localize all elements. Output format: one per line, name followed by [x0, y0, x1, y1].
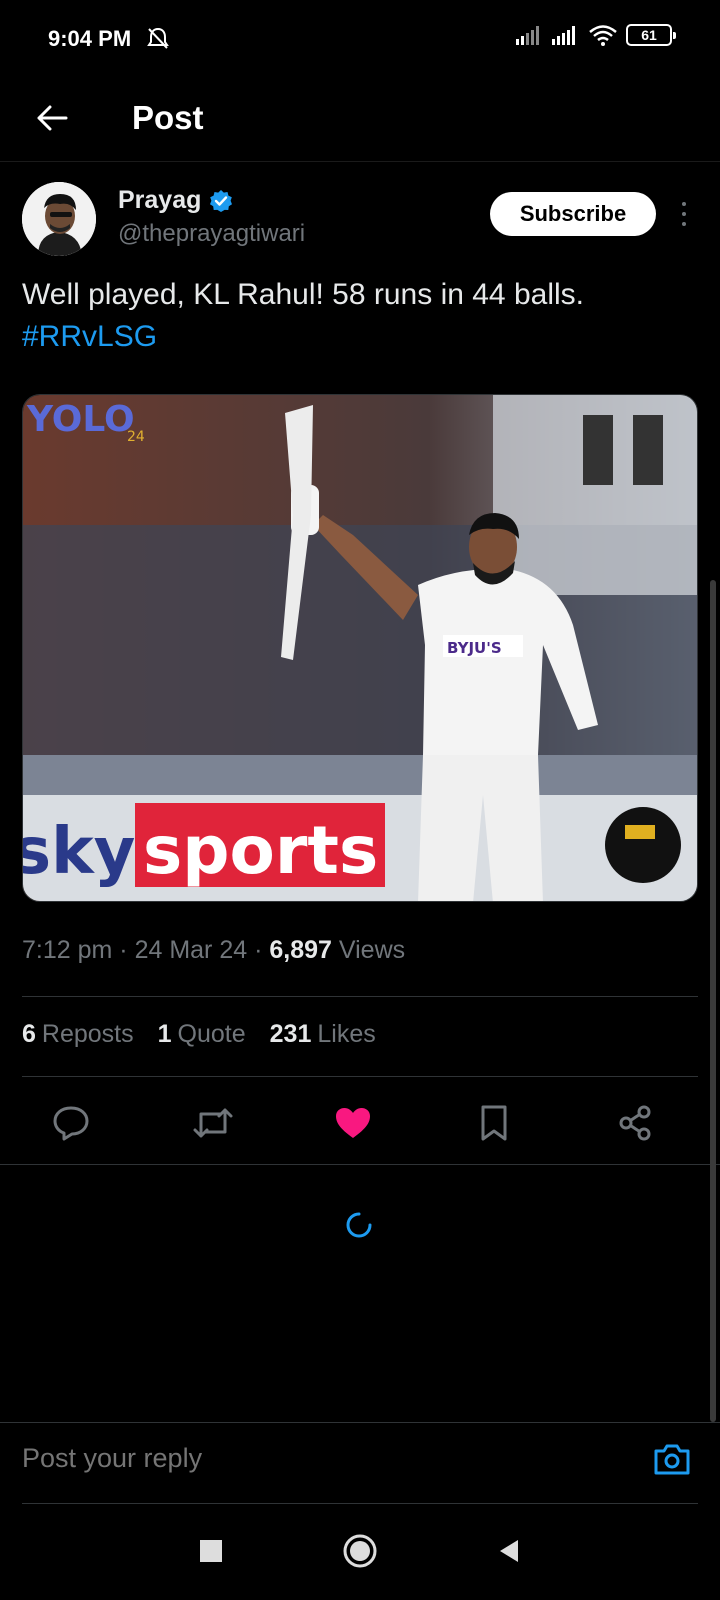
likes-label: Likes: [317, 1020, 376, 1048]
post-meta: 7:12 pm · 24 Mar 24 · 6,897 Views: [22, 936, 405, 965]
divider: [22, 996, 698, 997]
reply-button[interactable]: [46, 1098, 96, 1148]
reply-icon: [53, 1106, 89, 1141]
watermark-logo-text: YOLO: [26, 399, 135, 440]
home-button[interactable]: [335, 1526, 385, 1576]
heart-icon: [336, 1108, 370, 1138]
views-count: 6,897: [269, 936, 332, 964]
home-circle-icon: [343, 1534, 377, 1568]
watermark-logo-sub: 24: [127, 429, 145, 445]
meta-separator: ·: [254, 936, 263, 964]
hashtag-link[interactable]: #RRvLSG: [22, 316, 698, 358]
status-time: 9:04 PM: [48, 26, 132, 51]
status-indicators: 61: [516, 24, 676, 46]
loading-spinner-icon: [346, 1212, 372, 1238]
quotes-label: Quote: [177, 1020, 246, 1048]
post-body: Well played, KL Rahul! 58 runs in 44 bal…: [22, 278, 584, 311]
camera-icon: [654, 1444, 690, 1475]
repost-button[interactable]: [188, 1098, 238, 1148]
author-handle[interactable]: @theprayagtiwari: [118, 220, 305, 248]
more-dot-icon: [682, 222, 686, 226]
back-nav-button[interactable]: [484, 1526, 534, 1576]
board-sports-text: sports: [143, 812, 378, 889]
author-name-row: Prayag: [118, 186, 233, 215]
arrow-left-icon: [37, 105, 68, 131]
post-time: 7:12 pm: [22, 936, 113, 964]
signal-icon-sim1: [516, 26, 539, 45]
reposts-stat[interactable]: 6 Reposts: [22, 1020, 134, 1049]
bookmark-icon: [481, 1105, 507, 1141]
signal-icon-sim2: [552, 26, 575, 45]
quotes-count: 1: [157, 1020, 172, 1048]
camera-button[interactable]: [650, 1437, 694, 1481]
reply-composer: [0, 1422, 720, 1504]
subscribe-button[interactable]: Subscribe: [490, 192, 656, 236]
alarm-off-icon: [147, 27, 169, 49]
avatar[interactable]: [22, 182, 96, 256]
sponsor-logo-text: BYJU'S: [447, 639, 502, 657]
likes-count: 231: [269, 1020, 312, 1048]
wifi-icon: [589, 25, 617, 46]
divider: [22, 1076, 698, 1077]
more-dot-icon: [682, 202, 686, 206]
meta-separator: ·: [119, 936, 128, 964]
more-dot-icon: [682, 212, 686, 216]
battery-indicator: 61: [626, 24, 676, 46]
scrollbar[interactable]: [710, 580, 716, 1422]
top-app-bar: Post: [0, 80, 720, 162]
square-icon: [200, 1540, 222, 1562]
battery-level: 61: [641, 27, 657, 43]
share-icon: [619, 1105, 651, 1141]
reply-input[interactable]: [22, 1443, 582, 1474]
page-title: Post: [132, 99, 204, 136]
likes-stat[interactable]: 231 Likes: [270, 1020, 376, 1049]
engagement-stats: 6 Reposts 1 Quote 231 Likes: [22, 1020, 376, 1049]
bookmark-button[interactable]: [469, 1098, 519, 1148]
reposts-count: 6: [22, 1020, 36, 1048]
board-sky-text: sky: [23, 815, 135, 889]
reposts-label: Reposts: [41, 1020, 134, 1048]
system-nav-bar: [0, 1504, 720, 1600]
action-bar: [0, 1098, 720, 1148]
quotes-stat[interactable]: 1 Quote: [158, 1020, 246, 1049]
divider: [0, 1164, 720, 1165]
repost-icon: [193, 1108, 233, 1138]
author-name[interactable]: Prayag: [118, 186, 201, 215]
post-image[interactable]: sports sky BYJU'S YOLO 24: [22, 394, 698, 902]
like-button[interactable]: [328, 1098, 378, 1148]
cricket-photo: sports sky BYJU'S YOLO 24: [23, 395, 697, 901]
views-label[interactable]: Views: [339, 936, 405, 964]
recents-button[interactable]: [186, 1526, 236, 1576]
back-button[interactable]: [30, 96, 74, 140]
more-options-button[interactable]: [674, 196, 694, 232]
verified-badge-icon: [210, 189, 233, 212]
post-text: Well played, KL Rahul! 58 runs in 44 bal…: [22, 274, 698, 358]
triangle-back-icon: [500, 1540, 518, 1562]
status-bar: 9:04 PM 61: [0, 0, 720, 80]
avatar-image: [22, 182, 96, 256]
post-author: Prayag @theprayagtiwari Subscribe: [22, 182, 702, 262]
share-button[interactable]: [610, 1098, 660, 1148]
post-date: 24 Mar 24: [134, 936, 248, 964]
